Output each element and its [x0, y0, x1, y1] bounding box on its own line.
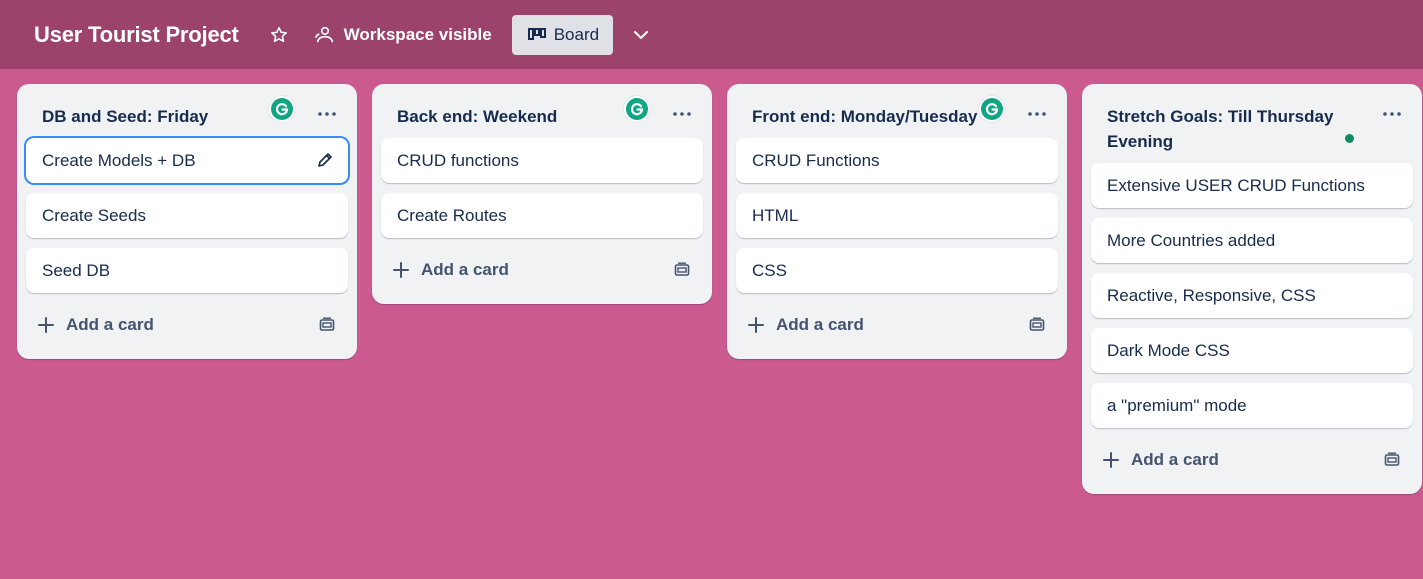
create-from-template-button[interactable] — [1027, 315, 1047, 335]
card[interactable]: More Countries added — [1091, 218, 1413, 263]
list-header[interactable]: Back end: Weekend — [372, 84, 712, 138]
card-title: Create Models + DB — [42, 150, 196, 170]
card-list: Create Models + DB Create Seeds Seed DB — [17, 138, 357, 293]
add-card-label: Add a card — [1131, 450, 1219, 469]
grammarly-icon[interactable] — [979, 96, 1005, 122]
card-template-icon — [674, 262, 690, 276]
card-template-icon — [1384, 452, 1400, 466]
star-icon — [270, 26, 287, 42]
board-title[interactable]: User Tourist Project — [34, 22, 239, 48]
card-title: Create Routes — [397, 205, 507, 225]
add-card-row: Add a card — [372, 248, 712, 292]
card-title: More Countries added — [1107, 230, 1276, 250]
card-title: a "premium" mode — [1107, 395, 1247, 415]
card[interactable]: CSS — [736, 248, 1058, 293]
ellipsis-icon — [1028, 112, 1046, 116]
plus-icon — [38, 317, 54, 333]
list-title[interactable]: Front end: Monday/Tuesday — [752, 104, 1007, 129]
board-view-button[interactable]: Board — [511, 14, 614, 55]
card-title: Seed DB — [42, 260, 111, 280]
card-title: Extensive USER CRUD Functions — [1107, 175, 1365, 195]
chevron-down-icon — [634, 30, 649, 39]
card-title: HTML — [752, 205, 799, 225]
grammarly-icon[interactable] — [624, 96, 650, 122]
list-header[interactable]: Front end: Monday/Tuesday — [727, 84, 1067, 138]
list-menu-button[interactable] — [317, 104, 337, 124]
card[interactable]: HTML — [736, 193, 1058, 238]
card[interactable]: Create Models + DB — [26, 138, 348, 183]
card[interactable]: CRUD functions — [381, 138, 703, 183]
add-card-row: Add a card — [727, 303, 1067, 347]
people-icon — [314, 26, 333, 42]
star-button[interactable] — [263, 19, 295, 51]
add-card-row: Add a card — [1082, 438, 1422, 482]
card-list: CRUD Functions HTML CSS — [727, 138, 1067, 293]
view-switcher-button[interactable] — [625, 19, 657, 51]
create-from-template-button[interactable] — [1382, 450, 1402, 470]
card-title: CRUD functions — [397, 150, 519, 170]
card-title: Reactive, Responsive, CSS — [1107, 285, 1316, 305]
add-card-button[interactable]: Add a card — [1103, 450, 1219, 470]
ellipsis-icon — [1383, 112, 1401, 116]
card-list: CRUD functions Create Routes — [372, 138, 712, 238]
card-title: CSS — [752, 260, 787, 280]
create-from-template-button[interactable] — [672, 260, 692, 280]
create-from-template-button[interactable] — [317, 315, 337, 335]
visibility-label: Workspace visible — [343, 24, 492, 44]
board-icon — [527, 27, 546, 40]
grammarly-icon[interactable] — [269, 96, 295, 122]
list-header[interactable]: Stretch Goals: Till Thursday Evening — [1082, 84, 1422, 163]
card-list: Extensive USER CRUD Functions More Count… — [1082, 163, 1422, 428]
board-view-label: Board — [553, 24, 600, 44]
add-card-button[interactable]: Add a card — [38, 315, 154, 335]
list-menu-button[interactable] — [1382, 104, 1402, 124]
add-card-button[interactable]: Add a card — [393, 260, 509, 280]
card-title: CRUD Functions — [752, 150, 880, 170]
card-template-icon — [1029, 317, 1045, 331]
card[interactable]: a "premium" mode — [1091, 383, 1413, 428]
add-card-label: Add a card — [66, 315, 154, 334]
ellipsis-icon — [673, 112, 691, 116]
add-card-label: Add a card — [776, 315, 864, 334]
add-card-row: Add a card — [17, 303, 357, 347]
status-dot — [1345, 134, 1354, 143]
board-header: User Tourist Project Workspace visible B… — [0, 0, 1423, 69]
list-front-end: Front end: Monday/Tuesday CRUD Functions… — [727, 84, 1067, 359]
card[interactable]: Create Routes — [381, 193, 703, 238]
list-title[interactable]: Stretch Goals: Till Thursday Evening — [1107, 104, 1342, 154]
card[interactable]: Extensive USER CRUD Functions — [1091, 163, 1413, 208]
list-title[interactable]: DB and Seed: Friday — [42, 104, 297, 129]
card-title: Create Seeds — [42, 205, 146, 225]
ellipsis-icon — [318, 112, 336, 116]
list-header[interactable]: DB and Seed: Friday — [17, 84, 357, 138]
list-menu-button[interactable] — [672, 104, 692, 124]
card[interactable]: Seed DB — [26, 248, 348, 293]
list-stretch-goals: Stretch Goals: Till Thursday Evening Ext… — [1082, 84, 1422, 494]
list-db-and-seed: DB and Seed: Friday Create Models + DB C… — [17, 84, 357, 359]
add-card-label: Add a card — [421, 260, 509, 279]
pencil-icon[interactable] — [316, 151, 334, 169]
list-menu-button[interactable] — [1027, 104, 1047, 124]
add-card-button[interactable]: Add a card — [748, 315, 864, 335]
card[interactable]: Reactive, Responsive, CSS — [1091, 273, 1413, 318]
plus-icon — [1103, 452, 1119, 468]
card[interactable]: CRUD Functions — [736, 138, 1058, 183]
list-title[interactable]: Back end: Weekend — [397, 104, 652, 129]
card[interactable]: Create Seeds — [26, 193, 348, 238]
card-title: Dark Mode CSS — [1107, 340, 1230, 360]
plus-icon — [748, 317, 764, 333]
card[interactable]: Dark Mode CSS — [1091, 328, 1413, 373]
visibility-button[interactable]: Workspace visible — [311, 17, 496, 53]
list-back-end: Back end: Weekend CRUD functions Create … — [372, 84, 712, 304]
plus-icon — [393, 262, 409, 278]
card-template-icon — [319, 317, 335, 331]
